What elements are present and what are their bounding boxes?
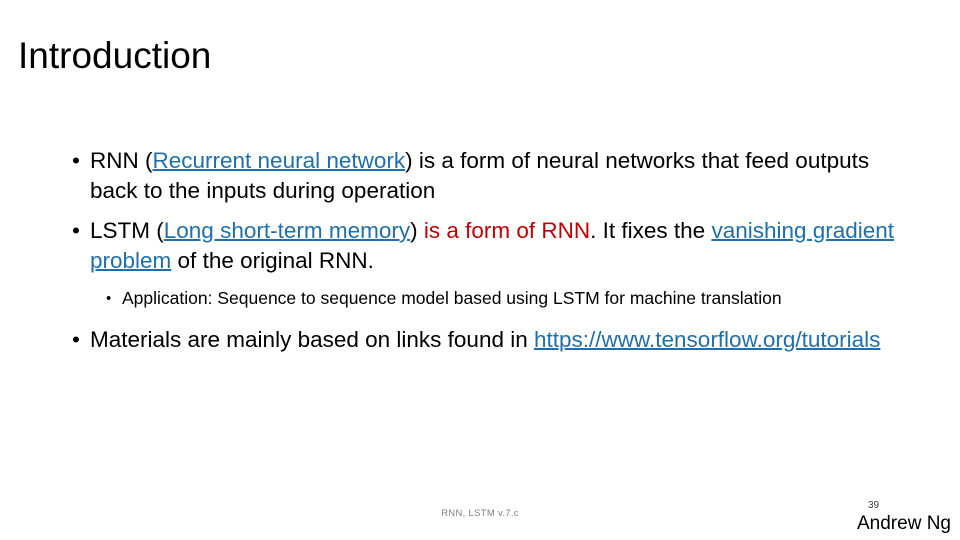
bullet-text-emphasis: is a form of RNN xyxy=(423,218,591,243)
bullet-text-plain: LSTM ( xyxy=(90,218,164,243)
footer-caption: RNN, LSTM v.7.c xyxy=(441,508,519,519)
sub-bullet-item: • Application: Sequence to sequence model… xyxy=(62,286,902,311)
page-title: Introduction xyxy=(18,35,212,76)
page-number: 39 xyxy=(868,500,880,511)
bullet-marker: • xyxy=(106,290,112,307)
bullet-marker: • xyxy=(72,327,80,352)
link-tensorflow-tutorials[interactable]: https://www.tensorflow.org/tutorials xyxy=(534,327,880,352)
link-long-short-term-memory[interactable]: Long short-term memory xyxy=(164,218,410,243)
slide-canvas: Introduction • RNN (Recurrent neural netw… xyxy=(0,0,960,540)
slide-body: • RNN (Recurrent neural network) is a for… xyxy=(62,146,902,365)
bullet-text-plain: Materials are mainly based on links foun… xyxy=(90,327,534,352)
bullet-text-plain: of the original RNN. xyxy=(171,248,374,273)
bullet-marker: • xyxy=(72,148,80,173)
bullet-marker: • xyxy=(72,218,80,243)
bullet-item: • LSTM (Long short-term memory) is a form… xyxy=(62,216,902,276)
bullet-item: • RNN (Recurrent neural network) is a for… xyxy=(62,146,902,206)
bullet-text-plain: RNN ( xyxy=(90,148,153,173)
bullet-text-plain: . It fixes the xyxy=(590,218,712,243)
link-recurrent-neural-network[interactable]: Recurrent neural network xyxy=(153,148,406,173)
bullet-item: • Materials are mainly based on links fou… xyxy=(62,325,902,355)
bullet-text-plain: ) xyxy=(410,218,424,243)
author-credit: Andrew Ng xyxy=(857,513,951,534)
sub-bullet-text: Application: Sequence to sequence model … xyxy=(122,288,782,308)
